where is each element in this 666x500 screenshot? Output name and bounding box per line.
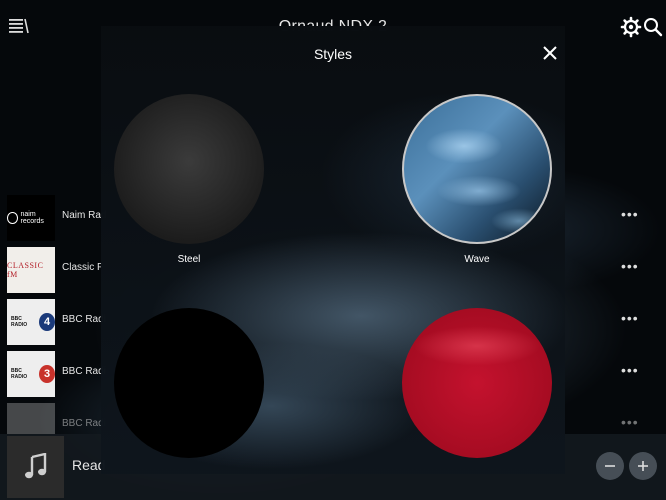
station-logo-text: naim records bbox=[20, 211, 44, 225]
station-name: Classic F bbox=[62, 262, 104, 273]
more-options-icon[interactable]: ••• bbox=[621, 415, 641, 429]
station-logo bbox=[7, 403, 55, 434]
music-note-icon bbox=[24, 453, 46, 479]
style-option-wave[interactable]: Wave bbox=[402, 94, 552, 265]
style-option-black[interactable] bbox=[114, 308, 264, 458]
styles-dialog: Styles Steel Wave bbox=[101, 26, 565, 474]
station-name: Naim Rad bbox=[62, 210, 107, 221]
more-options-icon[interactable]: ••• bbox=[621, 259, 641, 273]
station-logo-number: 4 bbox=[39, 313, 55, 331]
station-logo: BBC RADIO 3 bbox=[7, 351, 55, 397]
style-option-red[interactable] bbox=[402, 308, 552, 458]
station-name: BBC Radi bbox=[62, 314, 106, 325]
more-options-icon[interactable]: ••• bbox=[621, 207, 641, 221]
gear-icon[interactable] bbox=[620, 16, 642, 38]
plus-icon bbox=[638, 461, 648, 471]
station-logo-text: BBC RADIO bbox=[11, 316, 28, 328]
station-logo-text: BBC RADIO bbox=[11, 368, 28, 380]
close-icon[interactable] bbox=[542, 45, 558, 61]
dialog-title: Styles bbox=[313, 46, 353, 62]
more-options-icon[interactable]: ••• bbox=[621, 363, 641, 377]
more-options-icon[interactable]: ••• bbox=[621, 311, 641, 325]
station-name: BBC Radi bbox=[62, 366, 106, 377]
station-logo: BBC RADIO 4 bbox=[7, 299, 55, 345]
search-icon[interactable] bbox=[642, 16, 664, 38]
style-swatch[interactable] bbox=[114, 308, 264, 458]
station-logo: naim records bbox=[7, 195, 55, 241]
volume-up-button[interactable] bbox=[629, 452, 657, 480]
station-name: BBC Radi bbox=[62, 418, 106, 429]
album-art bbox=[7, 436, 64, 498]
style-swatch[interactable] bbox=[402, 308, 552, 458]
style-swatch[interactable] bbox=[402, 94, 552, 244]
style-label: Steel bbox=[177, 254, 201, 265]
minus-icon bbox=[605, 465, 615, 467]
style-label: Wave bbox=[464, 254, 490, 265]
volume-down-button[interactable] bbox=[596, 452, 624, 480]
naim-ring-icon bbox=[7, 212, 18, 224]
station-logo: CLASSIC fM bbox=[7, 247, 55, 293]
style-option-steel[interactable]: Steel bbox=[114, 94, 264, 265]
station-logo-number: 3 bbox=[39, 365, 55, 383]
style-swatch[interactable] bbox=[114, 94, 264, 244]
station-logo-text: CLASSIC fM bbox=[7, 261, 44, 279]
